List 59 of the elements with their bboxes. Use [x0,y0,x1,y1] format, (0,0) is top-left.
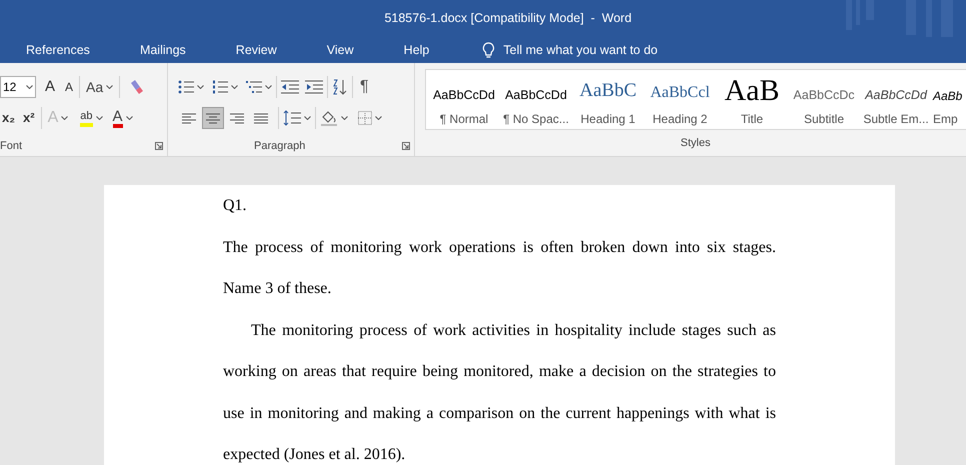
borders-icon[interactable] [358,111,372,125]
sort-icon[interactable] [332,79,348,95]
show-marks-button[interactable]: ¶ [357,75,372,99]
style-gallery-item[interactable]: AaBbCcDd ¶ No Spac... [500,70,572,129]
caret-icon[interactable] [96,116,102,120]
numbering-icon[interactable] [212,80,228,94]
dialog-launcher-icon[interactable] [402,142,410,150]
change-case-button[interactable]: Aa [84,76,116,98]
caret-icon[interactable] [304,116,311,120]
document-paragraph: Q1. [223,196,248,216]
bullets-icon[interactable] [178,80,194,94]
grow-font-button[interactable]: A [43,76,58,98]
style-gallery-item[interactable]: AaBbCcDd ¶ Normal [428,70,500,129]
style-gallery-item[interactable]: AaBbC Heading 1 [572,70,644,129]
align-center-button[interactable] [202,107,224,129]
ribbon-tab[interactable]: Mailings [136,40,189,60]
style-gallery-item[interactable]: AaBbCcl Heading 2 [644,70,716,129]
caret-icon[interactable] [197,85,204,89]
highlight-button[interactable]: ab [78,110,104,126]
caret-icon[interactable] [61,116,68,120]
shrink-font-button[interactable]: A [63,78,76,96]
align-justify-icon [253,112,269,124]
eraser-icon[interactable] [128,79,144,95]
caret-icon[interactable] [231,85,238,89]
lightbulb-icon[interactable] [482,42,496,58]
caret-icon[interactable] [341,116,348,120]
ribbon-tab[interactable]: References [23,40,93,60]
line-spacing-icon[interactable] [283,110,301,126]
ribbon-tab[interactable]: Help [400,40,432,60]
ribbon-tab[interactable]: View [324,40,357,60]
group-label: Styles [680,137,710,149]
group-label: Paragraph [254,138,306,154]
font-color-button[interactable]: A [110,108,135,128]
font-size-field[interactable]: 12 [0,76,36,98]
document-paragraph: The monitoring process of work activities in hospitality include stages such as working on areas that require being monitored, make a decision on the strategies to use in monitoring and making a comparison on the current happenings with what is expected (Jones et al. 2016). [223,320,776,465]
align-right-icon [229,112,245,124]
style-gallery-item[interactable]: AaBbCcDd Subtle Em... [860,70,932,129]
style-gallery-item[interactable]: AaBbCcDc Subtitle [788,70,860,129]
group-label: Font [0,138,22,154]
multilevel-list-icon[interactable] [246,80,262,94]
window-title: 518576-1.docx [Compatibility Mode] - Word [384,10,632,28]
superscript-button[interactable]: x² [21,108,37,128]
caret-icon[interactable] [26,85,33,89]
ribbon-tab[interactable]: Review [232,40,280,60]
increase-indent-icon[interactable] [305,80,323,94]
subscript-button[interactable]: x₂ [0,108,18,128]
paint-bucket-icon[interactable] [320,110,338,126]
decrease-indent-icon[interactable] [281,80,299,94]
document-paragraph: The process of monitoring work operations is often broken down into six stages. Name 3 of these. [223,238,776,299]
style-gallery-item[interactable]: AaBb Emp [932,70,962,129]
caret-icon[interactable] [375,116,382,120]
align-left-icon [181,112,197,124]
align-center-icon [205,112,221,124]
caret-icon[interactable] [265,85,272,89]
dialog-launcher-icon[interactable] [155,142,163,150]
tell-me-field[interactable]: Tell me what you want to do [503,40,658,60]
style-gallery-item[interactable]: AaB Title [716,70,788,129]
caret-icon[interactable] [106,85,114,89]
caret-icon[interactable] [126,116,133,120]
